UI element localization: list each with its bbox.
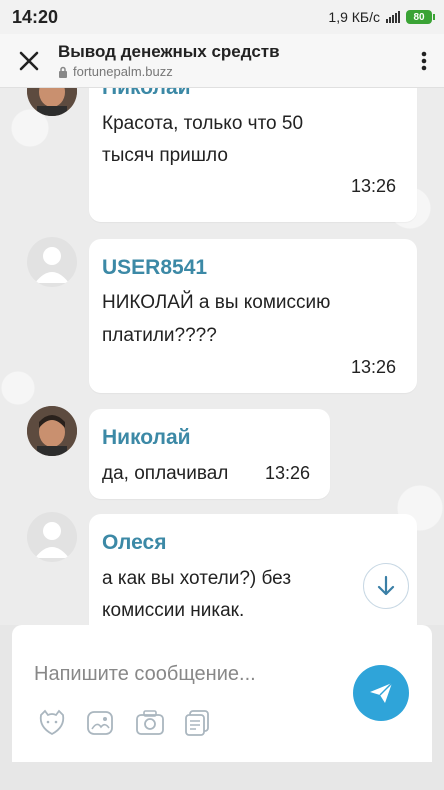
files-button[interactable] xyxy=(182,707,214,739)
message-author[interactable]: Николай xyxy=(102,88,191,100)
camera-button[interactable] xyxy=(134,707,166,739)
user-photo xyxy=(27,406,77,456)
message-bubble: Олеся а как вы хотели?) без комиссии ник… xyxy=(89,514,417,625)
message-text-line: платили???? xyxy=(102,325,217,346)
url-row: fortunepalm.buzz xyxy=(58,64,404,79)
message-bubble: USER8541 НИКОЛАЙ а вы комиссию платили??… xyxy=(89,239,417,393)
message-author[interactable]: Николай xyxy=(102,426,191,450)
menu-button[interactable] xyxy=(404,34,444,88)
sticker-button[interactable] xyxy=(84,707,116,739)
battery-icon: 80 xyxy=(406,10,435,24)
scroll-to-bottom-button[interactable] xyxy=(363,563,409,609)
message-text-line: да, оплачивал xyxy=(102,463,229,484)
bottom-strip xyxy=(0,762,444,790)
lock-icon xyxy=(59,66,67,78)
message-bubble: Николай Красота, только что 50 тысяч при… xyxy=(89,88,417,222)
status-time: 14:20 xyxy=(12,6,59,27)
avatar[interactable] xyxy=(27,406,77,456)
message-composer: Напишите сообщение... xyxy=(12,625,432,762)
message-text-line: а как вы хотели?) без xyxy=(102,568,292,589)
message-time: 13:26 xyxy=(351,176,397,196)
user-photo xyxy=(27,88,77,116)
chat-area[interactable]: Николай Красота, только что 50 тысяч при… xyxy=(0,88,444,625)
close-icon xyxy=(19,51,39,70)
avatar[interactable] xyxy=(27,88,77,116)
title-block: Вывод денежных средств fortunepalm.buzz xyxy=(58,42,404,79)
message-time: 13:26 xyxy=(265,463,311,483)
message-author[interactable]: Олеся xyxy=(102,531,166,555)
default-avatar-icon xyxy=(35,522,69,558)
message-text-line: комиссии никак. xyxy=(102,600,245,621)
default-avatar-icon xyxy=(35,247,69,283)
message-bubble: Николай да, оплачивал 13:26 xyxy=(89,409,330,499)
network-speed: 1,9 КБ/с xyxy=(328,9,380,25)
arrow-down-icon xyxy=(377,575,395,596)
status-bar: 14:20 1,9 КБ/с 80 xyxy=(0,0,444,34)
send-button[interactable] xyxy=(353,665,409,721)
sticker-icon xyxy=(87,711,113,735)
emoji-icon xyxy=(39,709,65,736)
files-icon xyxy=(185,710,209,736)
page-url: fortunepalm.buzz xyxy=(73,64,173,79)
emoji-button[interactable] xyxy=(36,707,68,739)
message-text-line: тысяч пришло xyxy=(102,145,228,166)
camera-icon xyxy=(136,710,164,735)
page-title: Вывод денежных средств xyxy=(58,42,280,61)
avatar[interactable] xyxy=(27,237,77,287)
avatar[interactable] xyxy=(27,512,77,562)
message-author[interactable]: USER8541 xyxy=(102,256,207,280)
message-text-line: Красота, только что 50 xyxy=(102,113,304,134)
send-icon xyxy=(370,682,393,703)
status-right: 1,9 КБ/с 80 xyxy=(328,9,435,25)
message-text-line: НИКОЛАЙ а вы комиссию xyxy=(102,292,331,313)
message-time: 13:26 xyxy=(351,357,397,377)
battery-level: 80 xyxy=(413,11,425,23)
close-button[interactable] xyxy=(0,34,58,88)
more-vertical-icon xyxy=(421,51,427,70)
app-bar: Вывод денежных средств fortunepalm.buzz xyxy=(0,34,444,88)
message-input[interactable]: Напишите сообщение... xyxy=(34,663,256,686)
signal-icon xyxy=(386,11,400,23)
